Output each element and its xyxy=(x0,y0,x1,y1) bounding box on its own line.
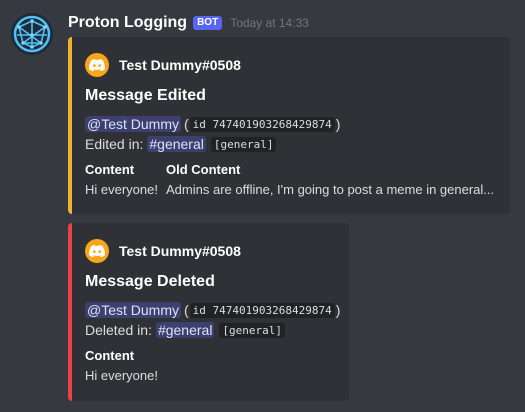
paren-open: ( xyxy=(184,302,189,318)
username[interactable]: Proton Logging xyxy=(68,14,187,32)
embed-title: Message Deleted xyxy=(85,273,215,290)
user-mention[interactable]: @Test Dummy xyxy=(85,116,181,132)
embed-message-deleted: Test Dummy#0508 Message Deleted @Test Du… xyxy=(68,223,349,401)
channel-mention[interactable]: #general xyxy=(155,322,215,338)
user-id-code: id 747401903268429874 xyxy=(189,116,335,132)
user-mention[interactable]: @Test Dummy xyxy=(85,302,181,318)
channel-prefix: Edited in: xyxy=(85,136,144,152)
channel-code: [general] xyxy=(219,322,286,338)
field-name: Old Content xyxy=(166,162,241,177)
globe-network-icon[interactable] xyxy=(11,13,53,55)
bot-tag: BOT xyxy=(193,16,223,30)
timestamp[interactable]: Today at 14:33 xyxy=(230,16,309,30)
embed-author-name[interactable]: Test Dummy#0508 xyxy=(119,243,241,259)
field-old-content: Old Content Admins are offline, I'm goin… xyxy=(166,162,494,197)
field-name: Content xyxy=(85,348,135,363)
embed-user-line: @Test Dummy ( id 747401903268429874 ) xyxy=(85,114,340,134)
chat-message: Proton Logging BOT Today at 14:33 Test D… xyxy=(0,0,525,412)
paren-close: ) xyxy=(335,116,341,132)
paren-close: ) xyxy=(335,302,341,318)
field-value: Hi everyone! xyxy=(85,368,158,383)
discord-icon xyxy=(85,53,109,77)
paren-open: ( xyxy=(184,116,189,132)
embed-message-edited: Test Dummy#0508 Message Edited @Test Dum… xyxy=(68,37,510,214)
embed-author: Test Dummy#0508 xyxy=(85,239,241,263)
field-name: Content xyxy=(85,162,135,177)
discord-icon xyxy=(85,239,109,263)
message-header: Proton Logging BOT Today at 14:33 xyxy=(68,12,309,34)
channel-prefix: Deleted in: xyxy=(85,322,152,338)
field-value: Admins are offline, I'm going to post a … xyxy=(166,182,495,197)
embed-channel-line: Edited in: #general [general] xyxy=(85,134,277,154)
embed-author-name[interactable]: Test Dummy#0508 xyxy=(119,57,241,73)
field-content: Content Hi everyone! xyxy=(85,348,158,383)
channel-code: [general] xyxy=(210,136,277,152)
embed-channel-line: Deleted in: #general [general] xyxy=(85,320,286,340)
user-id-code: id 747401903268429874 xyxy=(189,302,335,318)
field-content: Content Hi everyone! xyxy=(85,162,158,197)
channel-mention[interactable]: #general xyxy=(147,136,206,152)
embed-title: Message Edited xyxy=(85,87,206,104)
embed-author: Test Dummy#0508 xyxy=(85,53,241,77)
field-value: Hi everyone! xyxy=(85,182,158,197)
embed-user-line: @Test Dummy ( id 747401903268429874 ) xyxy=(85,300,340,320)
